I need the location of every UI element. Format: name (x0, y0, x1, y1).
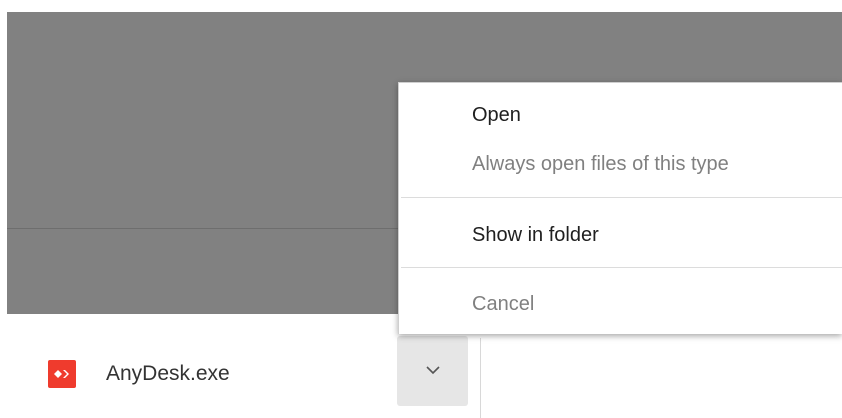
menu-item-always-open[interactable]: Always open files of this type (472, 153, 729, 176)
anydesk-icon (48, 360, 76, 388)
menu-separator (401, 197, 842, 198)
download-options-button[interactable] (397, 336, 468, 406)
shelf-divider (480, 338, 481, 418)
download-context-menu: Open Always open files of this type Show… (398, 82, 842, 334)
menu-item-open[interactable]: Open (472, 104, 521, 127)
screen: AnyDesk.exe Open Always open files of th… (0, 0, 842, 418)
menu-item-cancel[interactable]: Cancel (472, 293, 534, 316)
menu-separator (401, 267, 842, 268)
download-item[interactable]: AnyDesk.exe (40, 356, 230, 392)
download-file-name: AnyDesk.exe (106, 362, 230, 385)
chevron-down-icon (425, 362, 441, 380)
menu-item-show-in-folder[interactable]: Show in folder (472, 224, 599, 247)
